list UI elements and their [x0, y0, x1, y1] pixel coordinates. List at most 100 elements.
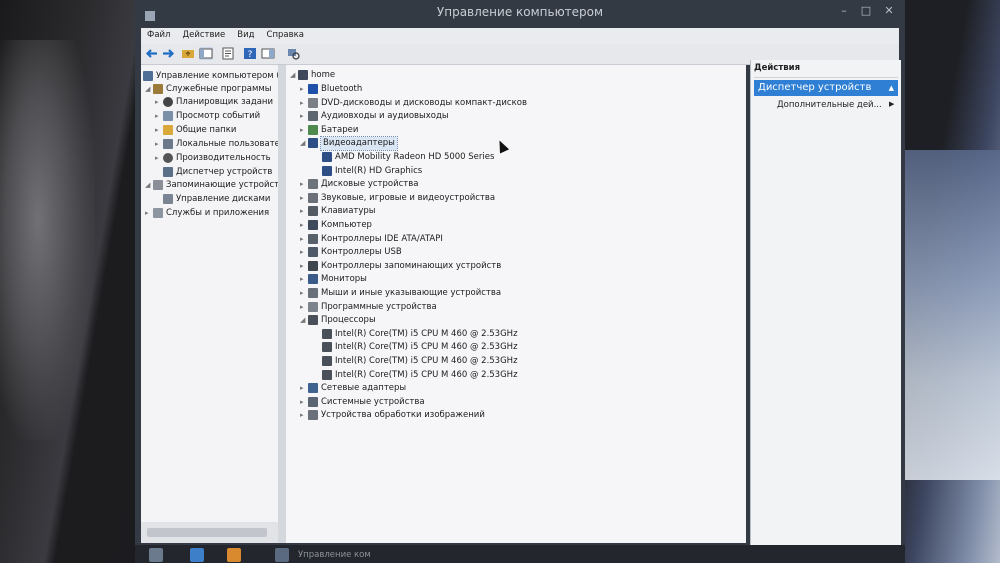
expand-arrow[interactable]: ▸ — [300, 124, 308, 137]
device-item[interactable]: Intel(R) Core(TM) i5 CPU M 460 @ 2.53GHz — [314, 369, 518, 382]
tree-item-system-tools[interactable]: ◢ Служебные программы — [145, 83, 272, 96]
close-button[interactable]: ✕ — [880, 4, 898, 18]
menu-file[interactable]: Файл — [141, 28, 176, 40]
expand-arrow[interactable]: ▸ — [300, 219, 308, 232]
pane-splitter[interactable] — [278, 65, 286, 543]
expand-arrow[interactable]: ▸ — [300, 83, 308, 96]
expand-arrow[interactable]: ◢ — [290, 69, 298, 82]
tree-item-shared-folders[interactable]: ▸ Общие папки — [155, 124, 236, 137]
scrollbar-thumb[interactable] — [147, 528, 267, 537]
device-item[interactable]: Intel(R) Core(TM) i5 CPU M 460 @ 2.53GHz — [314, 328, 518, 341]
submenu-arrow-icon: ▶ — [889, 100, 895, 108]
device-category[interactable]: ▸ Контроллеры запоминающих устройств — [300, 260, 501, 273]
arrow-right-icon — [163, 49, 175, 58]
expand-arrow[interactable]: ▸ — [145, 207, 153, 220]
expand-arrow[interactable]: ▸ — [155, 138, 163, 151]
tree-item-performance[interactable]: ▸ Производительность — [155, 152, 271, 165]
device-category[interactable]: ▸ DVD-дисководы и дисководы компакт-диско… — [300, 97, 527, 110]
device-category[interactable]: ▸ Контроллеры IDE ATA/ATAPI — [300, 233, 443, 246]
expand-arrow[interactable]: ▸ — [300, 205, 308, 218]
tree-item-disk-management[interactable]: Управление дисками — [155, 193, 270, 206]
menu-action[interactable]: Действие — [176, 28, 231, 40]
expand-arrow[interactable]: ◢ — [300, 137, 308, 150]
expand-arrow[interactable]: ▸ — [300, 110, 308, 123]
actions-device-manager[interactable]: Диспетчер устройств ▲ — [754, 80, 898, 96]
expand-arrow[interactable]: ▸ — [300, 273, 308, 286]
firefox-icon[interactable] — [227, 548, 241, 562]
expand-arrow[interactable]: ◢ — [300, 314, 308, 327]
expand-arrow[interactable]: ▸ — [300, 396, 308, 409]
device-item[interactable]: Intel(R) Core(TM) i5 CPU M 460 @ 2.53GHz — [314, 355, 518, 368]
tree-item-device-manager[interactable]: Диспетчер устройств — [155, 166, 272, 179]
expand-arrow[interactable]: ▸ — [155, 96, 163, 109]
tree-item-local-users[interactable]: ▸ Локальные пользовате — [155, 138, 278, 151]
device-category[interactable]: ▸ Компьютер — [300, 219, 372, 232]
device-category[interactable]: ▸ Клавиатуры — [300, 205, 376, 218]
expand-arrow[interactable]: ▸ — [300, 382, 308, 395]
expand-arrow[interactable]: ▸ — [300, 409, 308, 422]
device-category[interactable]: ◢ Процессоры — [300, 314, 376, 327]
expand-arrow[interactable]: ▸ — [300, 246, 308, 259]
browser-icon[interactable] — [190, 548, 204, 562]
expand-arrow[interactable]: ▸ — [155, 124, 163, 137]
device-category[interactable]: ▸ Устройства обработки изображений — [300, 409, 485, 422]
device-label: Программные устройства — [321, 301, 437, 312]
horizontal-scrollbar[interactable] — [141, 522, 278, 543]
device-category[interactable]: ▸ Программные устройства — [300, 301, 437, 314]
expand-arrow[interactable]: ▸ — [155, 152, 163, 165]
device-category[interactable]: ▸ Bluetooth — [300, 83, 362, 96]
expand-arrow[interactable]: ▸ — [300, 233, 308, 246]
collapse-icon[interactable]: ▲ — [889, 80, 894, 96]
taskbar-app-label[interactable]: Управление ком — [298, 550, 371, 560]
background-left — [0, 40, 95, 440]
expand-arrow[interactable]: ◢ — [145, 179, 153, 192]
cpu-model-label: M 460 @ 2.53GHz — [441, 328, 518, 339]
computer-management-taskbar-icon[interactable] — [275, 548, 289, 562]
device-category[interactable]: ▸ Системные устройства — [300, 396, 425, 409]
device-label: Устройства обработки изображений — [321, 410, 485, 421]
device-tree-root[interactable]: ◢ home — [290, 69, 335, 82]
expand-arrow[interactable]: ▸ — [300, 178, 308, 191]
show-hide-console-tree-button[interactable] — [199, 47, 213, 60]
tree-item-services-apps[interactable]: ▸ Службы и приложения — [145, 207, 269, 220]
tree-item-task-scheduler[interactable]: ▸ Планировщик задани — [155, 96, 273, 109]
menu-view[interactable]: Вид — [231, 28, 260, 40]
device-category[interactable]: ▸ Сетевые адаптеры — [300, 382, 406, 395]
device-category[interactable]: ◢ Видеоадаптеры — [300, 136, 398, 152]
properties-button[interactable] — [221, 47, 235, 60]
device-category[interactable]: ▸ Батареи — [300, 124, 358, 137]
processor-icon — [308, 315, 318, 326]
expand-arrow[interactable]: ▸ — [300, 287, 308, 300]
expand-arrow[interactable]: ▸ — [300, 301, 308, 314]
tree-item-event-viewer[interactable]: ▸ Просмотр событий — [155, 110, 260, 123]
device-item[interactable]: Intel(R) HD Graphics — [314, 165, 422, 178]
scan-hardware-button[interactable] — [286, 47, 300, 60]
device-category[interactable]: ▸ Звуковые, игровые и видеоустройства — [300, 192, 495, 205]
up-level-button[interactable] — [181, 47, 195, 60]
device-category[interactable]: ▸ Дисковые устройства — [300, 178, 418, 191]
expand-arrow[interactable]: ▸ — [300, 192, 308, 205]
forward-button[interactable] — [161, 47, 175, 60]
more-actions-link[interactable]: Дополнительные дей... ▶ — [777, 100, 894, 110]
tree-item-storage[interactable]: ◢ Запоминающие устройст — [145, 179, 278, 192]
expand-arrow[interactable]: ◢ — [145, 83, 153, 96]
tree-item-computer-management[interactable]: Управление компьютером (л — [143, 70, 278, 83]
expand-arrow[interactable]: ▸ — [300, 260, 308, 273]
device-item[interactable]: Intel(R) Core(TM) i5 CPU M 460 @ 2.53GHz — [314, 341, 518, 354]
device-category[interactable]: ▸ Контроллеры USB — [300, 246, 402, 259]
device-category[interactable]: ▸ Мыши и иные указывающие устройства — [300, 287, 501, 300]
action-pane-button[interactable] — [261, 47, 275, 60]
device-category[interactable]: ▸ Мониторы — [300, 273, 367, 286]
maximize-button[interactable]: □ — [857, 4, 875, 18]
start-icon[interactable] — [149, 548, 163, 562]
expand-arrow[interactable]: ▸ — [155, 110, 163, 123]
device-category[interactable]: ▸ Аудиовходы и аудиовыходы — [300, 110, 449, 123]
help-button[interactable]: ? — [243, 47, 257, 60]
device-item[interactable]: AMD Mobility Radeon HD 5000 Series — [314, 151, 494, 164]
battery-icon — [308, 124, 318, 135]
minimize-button[interactable]: – — [835, 4, 853, 18]
back-button[interactable] — [145, 47, 159, 60]
menu-help[interactable]: Справка — [261, 28, 310, 40]
monitor-icon — [308, 274, 318, 285]
expand-arrow[interactable]: ▸ — [300, 97, 308, 110]
